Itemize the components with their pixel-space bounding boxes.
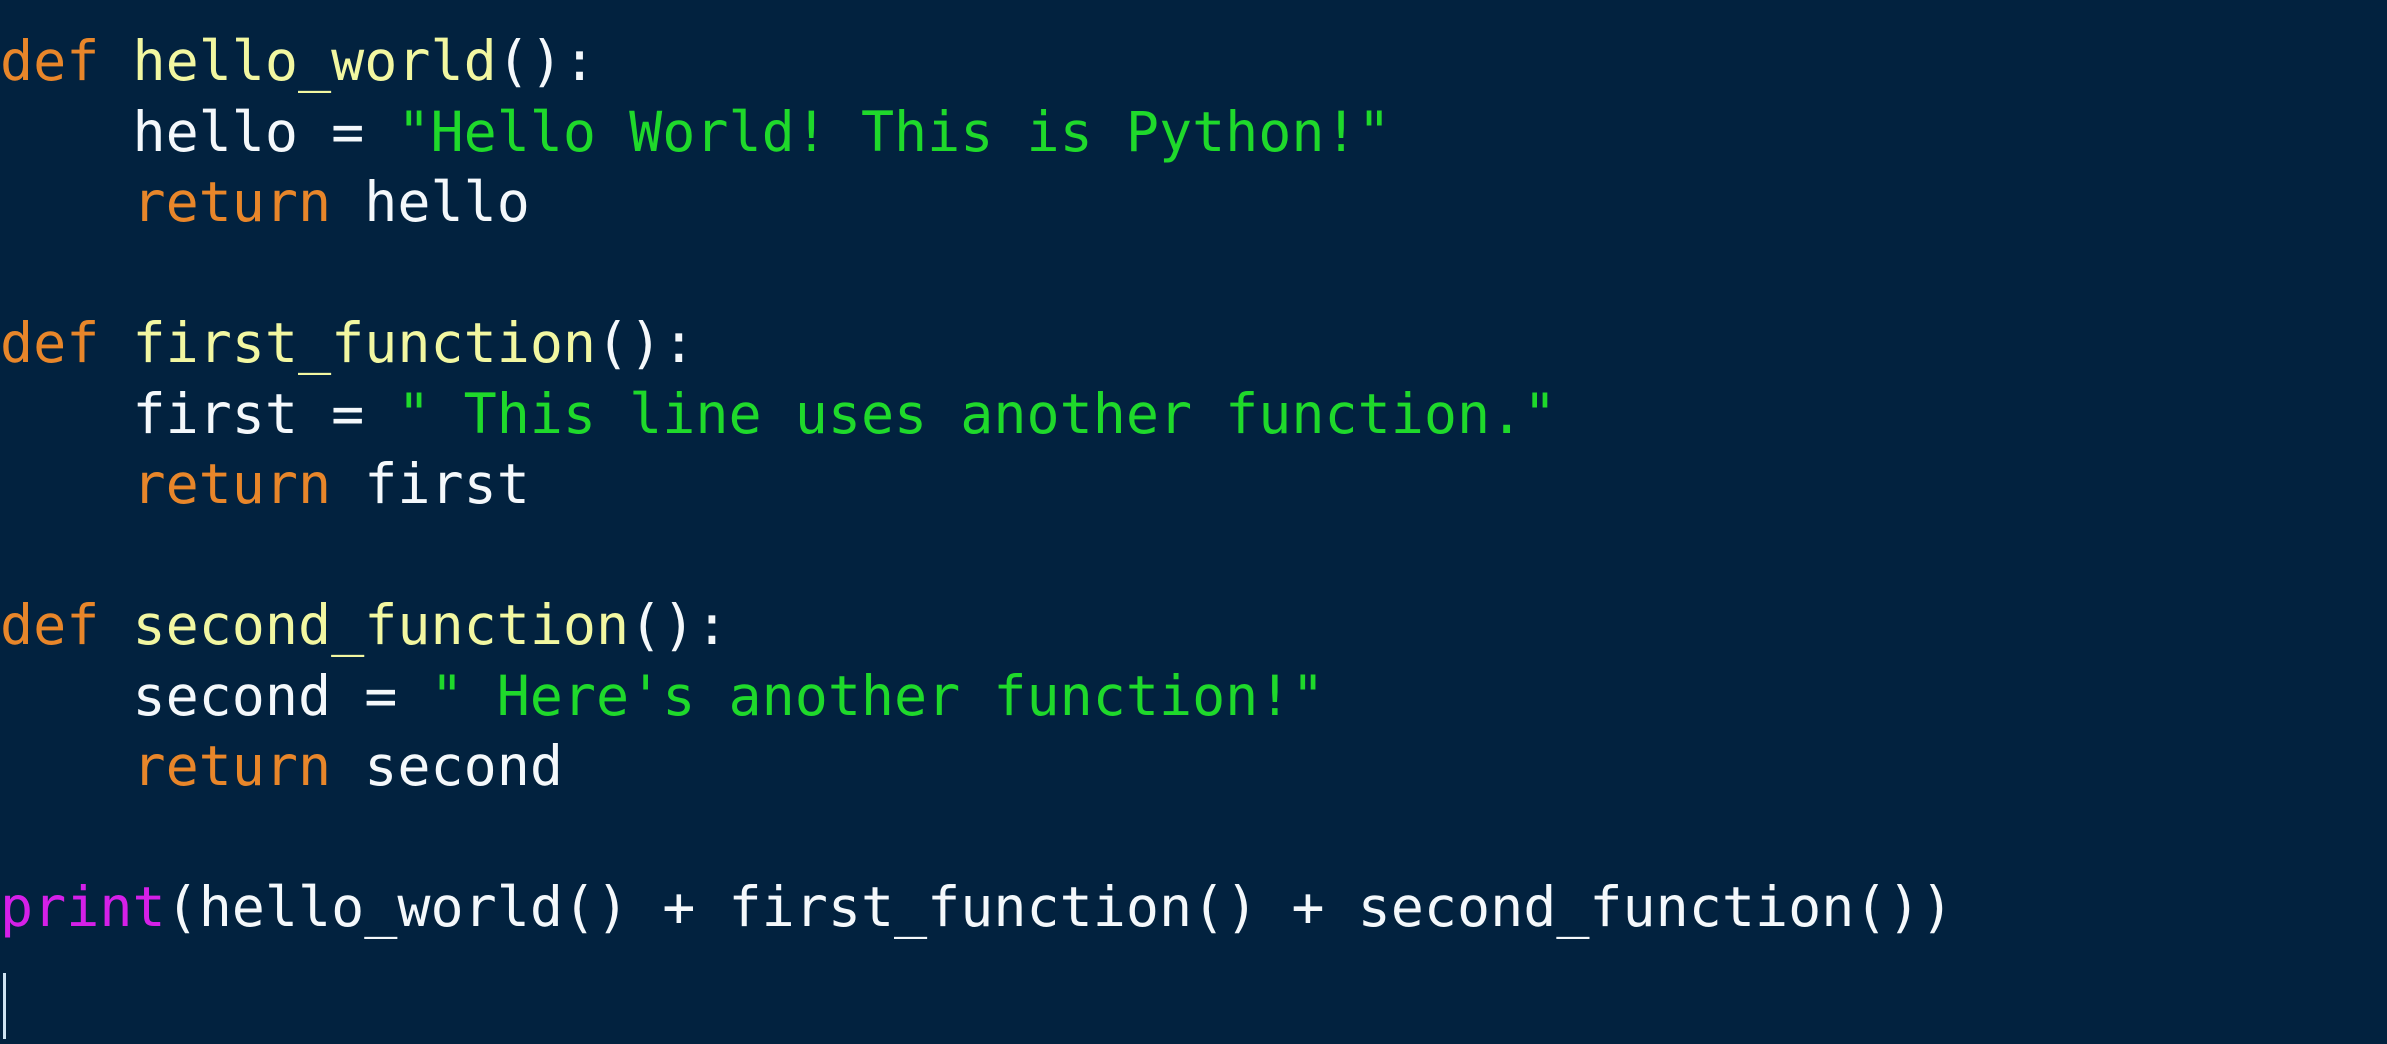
text-caret (3, 973, 6, 1039)
code-token-plain: (hello_world() + first_function() + seco… (165, 875, 1954, 939)
code-token-keyword: def (0, 593, 100, 657)
code-line[interactable]: def first_function(): (0, 308, 2387, 379)
code-token-plain: second = (0, 663, 431, 728)
code-token-plain: (): (596, 311, 696, 375)
code-line[interactable]: def second_function(): (0, 590, 2387, 661)
code-token-plain: hello (331, 170, 530, 234)
code-line[interactable]: hello = "Hello World! This is Python!" (0, 97, 2387, 168)
code-line[interactable]: second = " Here's another function!" (0, 661, 2387, 732)
code-token-keyword: return (132, 452, 332, 516)
code-token-plain: first (331, 452, 530, 516)
code-token-plain: (): (629, 593, 729, 657)
code-line[interactable]: return hello (0, 167, 2387, 238)
code-token-string: "Hello World! This is Python!" (397, 99, 1391, 164)
code-line[interactable] (0, 238, 2387, 309)
code-line[interactable] (0, 520, 2387, 591)
code-editor-window[interactable]: def hello_world(): hello = "Hello World!… (0, 0, 2387, 1044)
code-token-keyword: def (0, 311, 100, 375)
code-token-keyword: return (132, 734, 332, 798)
code-line[interactable]: return second (0, 731, 2387, 802)
code-token-builtin: print (0, 875, 166, 939)
code-token-keyword: def (0, 29, 100, 93)
code-line[interactable]: return first (0, 449, 2387, 520)
code-text-area[interactable]: def hello_world(): hello = "Hello World!… (0, 0, 2387, 1044)
code-line[interactable] (0, 802, 2387, 873)
code-line[interactable]: first = " This line uses another functio… (0, 379, 2387, 450)
code-token-string: " This line uses another function." (397, 381, 1557, 446)
code-line[interactable]: def hello_world(): (0, 26, 2387, 97)
code-token-string: " Here's another function!" (430, 663, 1325, 728)
code-line[interactable]: print(hello_world() + first_function() +… (0, 872, 2387, 943)
code-token-keyword: return (132, 170, 332, 234)
code-token-funcname: second_function (132, 593, 630, 657)
code-token-plain: second (331, 734, 563, 798)
code-token-plain: hello = (0, 99, 398, 164)
code-token-plain: first = (0, 381, 398, 446)
code-token-funcname: hello_world (132, 29, 497, 93)
code-token-plain: (): (496, 29, 597, 93)
code-token-funcname: first_function (132, 311, 597, 375)
